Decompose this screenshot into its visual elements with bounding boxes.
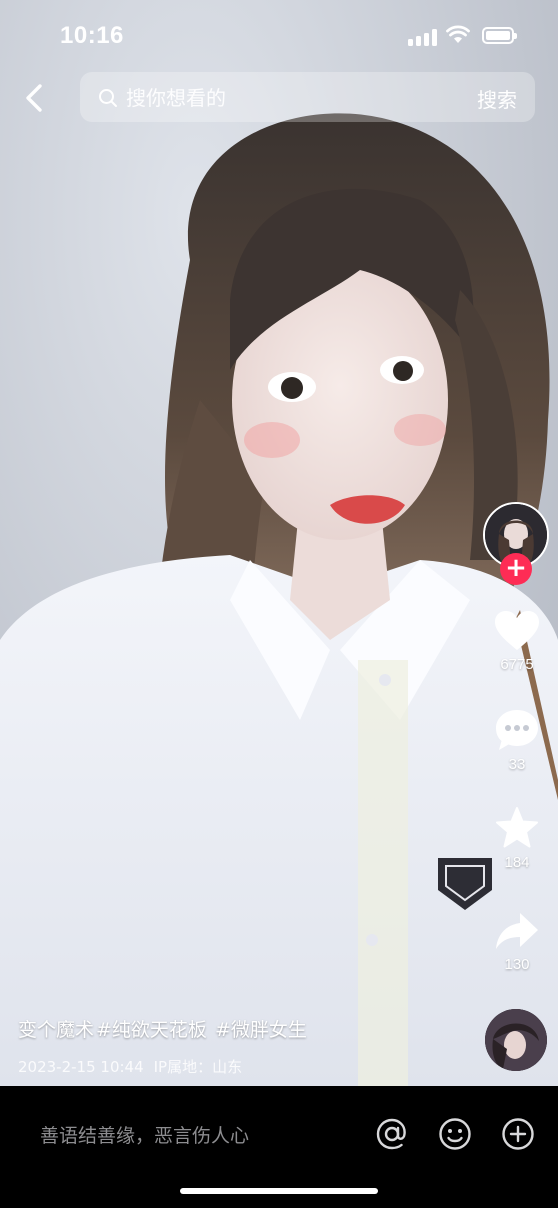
like-count: 6775 — [500, 656, 534, 673]
comment-count: 33 — [508, 756, 526, 773]
search-bar[interactable]: 搜索 — [80, 72, 535, 122]
star-icon — [496, 807, 538, 848]
share-count: 130 — [504, 956, 530, 973]
status-bar: 10:16 — [0, 0, 558, 70]
comment-bubble-icon — [496, 710, 538, 750]
comment-input[interactable] — [38, 1120, 362, 1152]
favorite-count: 184 — [504, 854, 530, 871]
hashtag-link[interactable]: #纯欲天花板 — [96, 1019, 207, 1041]
post-date: 2023-2-15 10:44 — [18, 1058, 144, 1076]
share-arrow-icon — [496, 913, 538, 949]
share-button[interactable]: 130 — [487, 910, 547, 973]
video-caption: 变个魔术 #纯欲天花板 #微胖女生 — [18, 1015, 309, 1042]
video-frame-image — [0, 0, 558, 1086]
at-icon[interactable] — [375, 1117, 409, 1151]
search-button[interactable]: 搜索 — [477, 84, 517, 113]
like-button[interactable]: 6775 — [487, 610, 547, 673]
author-avatar-group[interactable]: + — [483, 502, 549, 585]
favorite-button[interactable]: 184 — [487, 806, 547, 871]
music-disc[interactable] — [485, 1009, 547, 1071]
video-meta: 2023-2-15 10:44 IP属地：山东 — [18, 1056, 242, 1077]
search-icon — [99, 89, 117, 107]
cellular-signal-icon — [408, 28, 438, 46]
battery-icon — [482, 27, 517, 44]
wifi-icon — [446, 25, 470, 43]
video-player[interactable] — [0, 0, 558, 1086]
ip-location: IP属地：山东 — [153, 1058, 243, 1076]
status-time: 10:16 — [60, 22, 124, 49]
follow-plus-button[interactable]: + — [500, 553, 532, 585]
search-input[interactable] — [124, 82, 428, 114]
chevron-left-icon[interactable] — [20, 82, 50, 114]
music-cover-image — [485, 1009, 547, 1071]
caption-text: 变个魔术 — [18, 1019, 95, 1041]
home-indicator[interactable] — [180, 1188, 378, 1194]
emoji-icon[interactable] — [438, 1117, 472, 1151]
plus-circle-icon[interactable] — [501, 1117, 535, 1151]
heart-icon — [495, 611, 539, 650]
comment-button[interactable]: 33 — [487, 708, 547, 773]
hashtag-link[interactable]: #微胖女生 — [215, 1019, 307, 1041]
